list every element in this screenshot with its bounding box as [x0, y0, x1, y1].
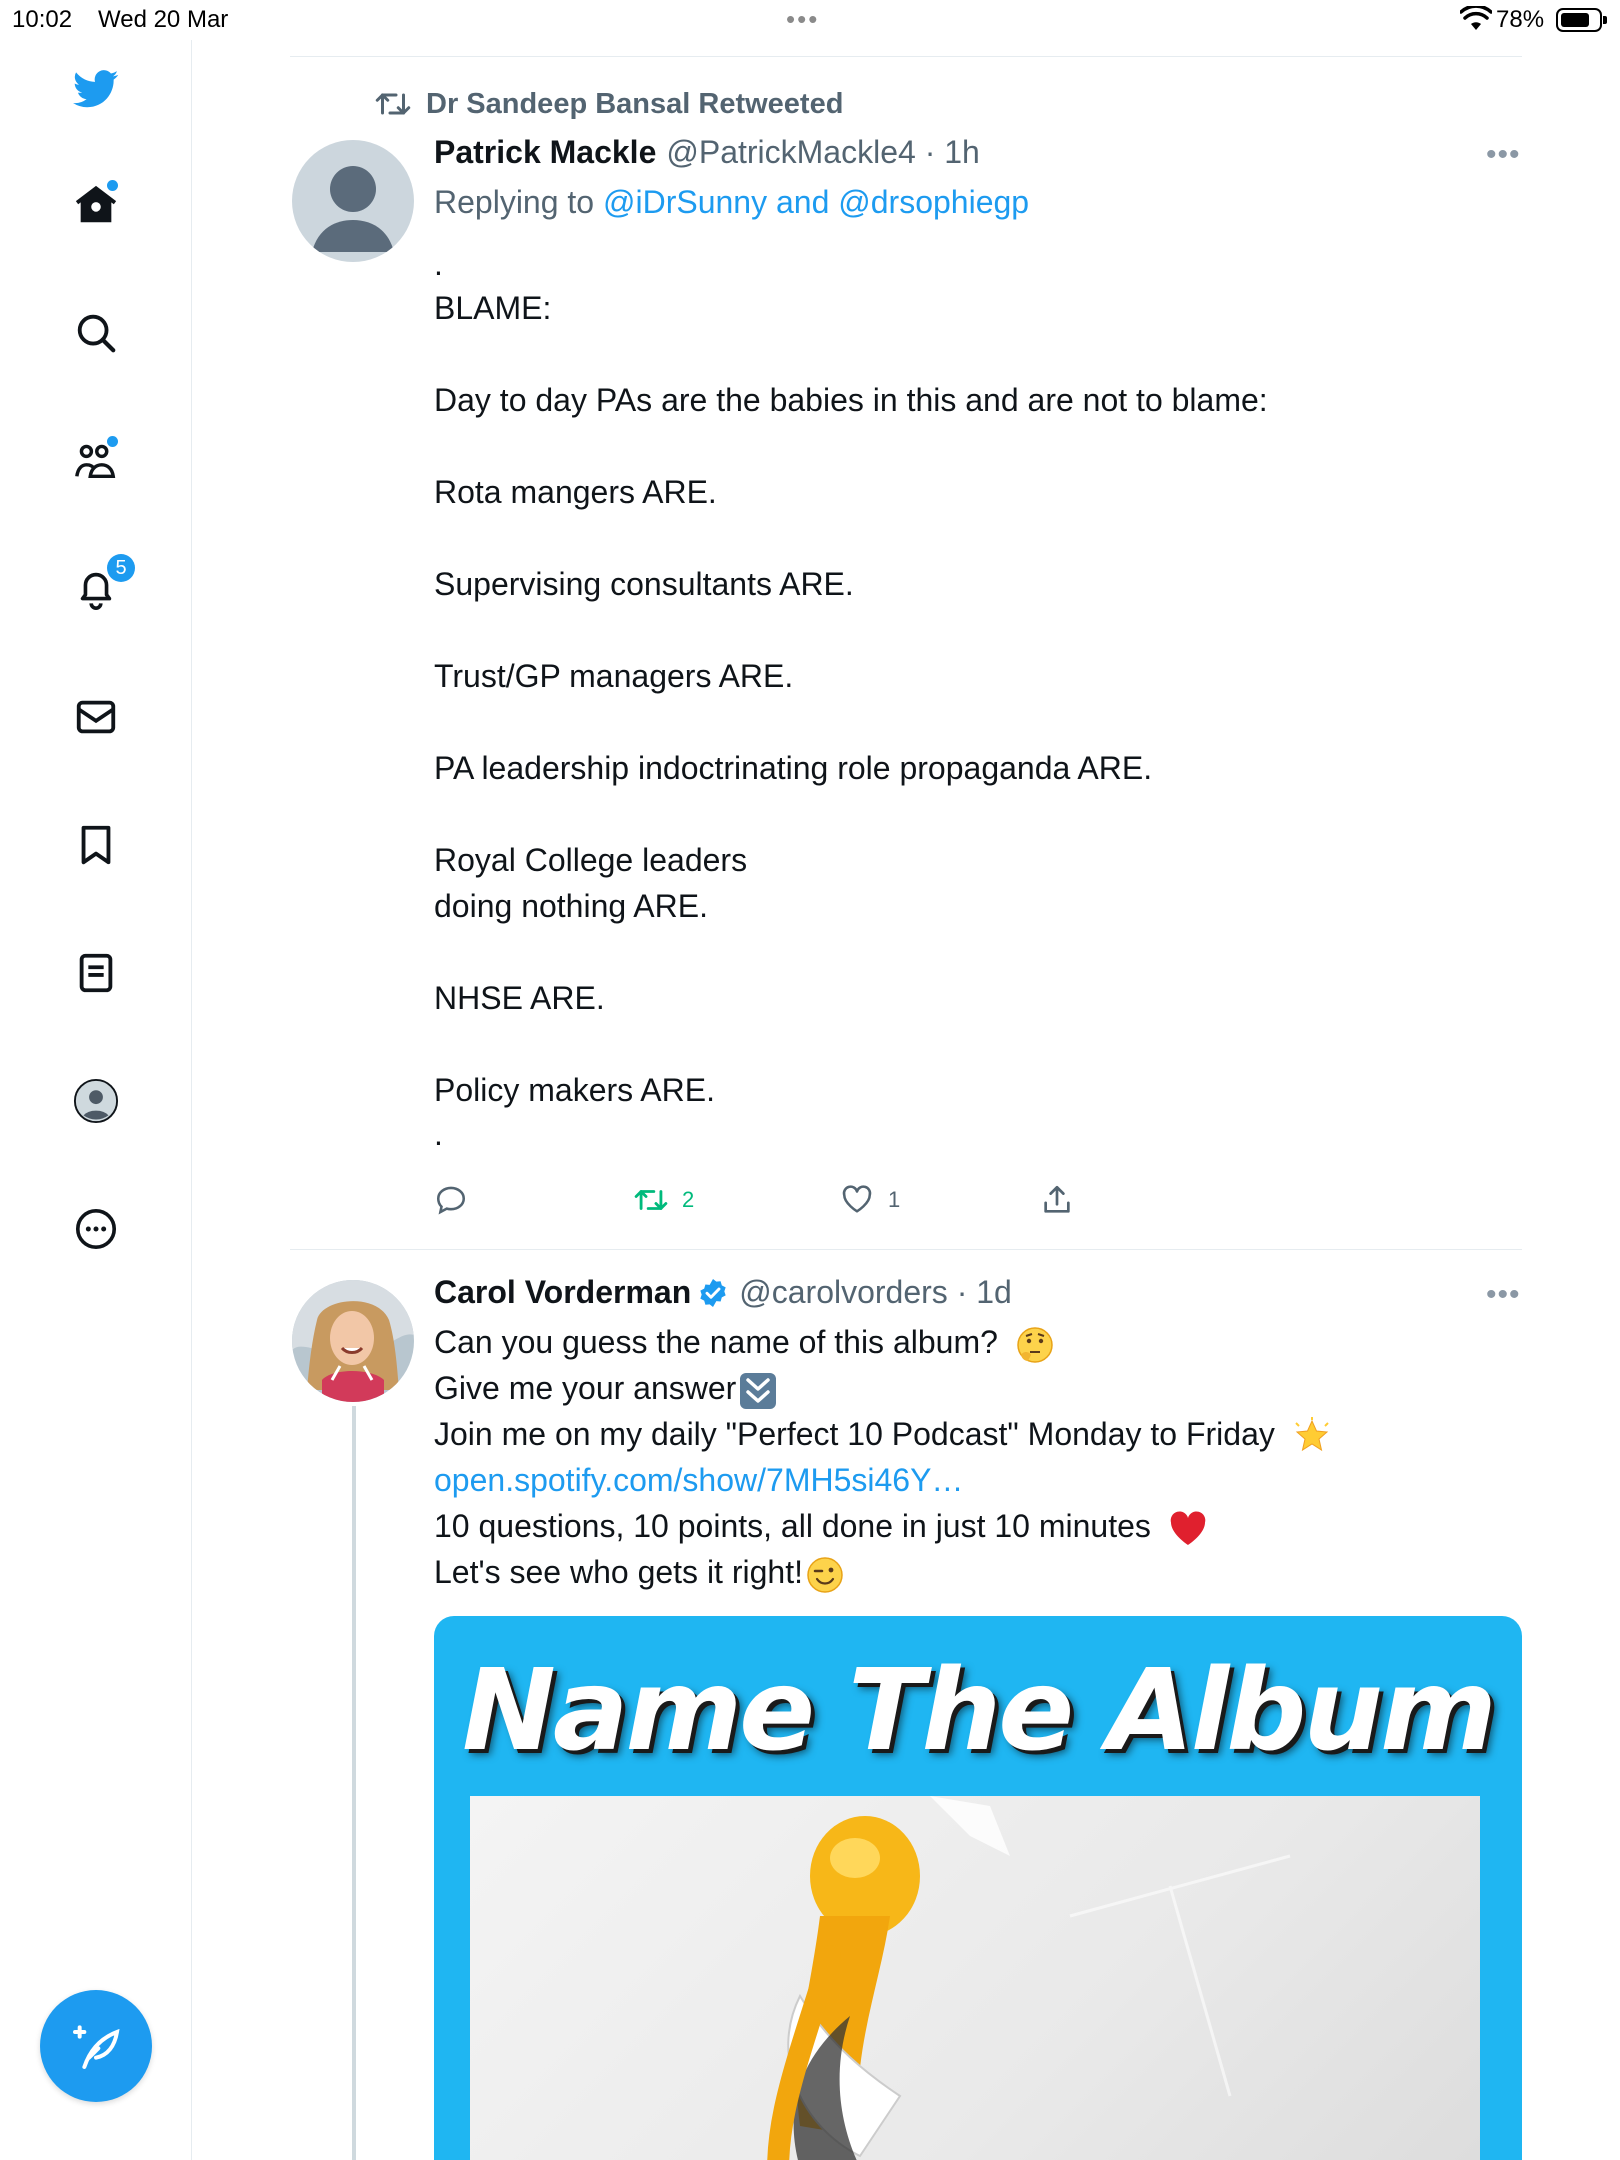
- reply-icon: [436, 1186, 466, 1215]
- carol-vorderman-avatar-photo: [292, 1280, 414, 1402]
- tweet-header: Carol Vorderman @carolvorders · 1d: [434, 1274, 1012, 1311]
- author-name[interactable]: Carol Vorderman: [434, 1274, 691, 1311]
- feed-top-divider: [290, 56, 1522, 57]
- like-button[interactable]: 1: [840, 1180, 900, 1220]
- thinking-face-emoji-icon: [1017, 1326, 1053, 1363]
- status-time: 10:02: [12, 6, 73, 33]
- tweet-text-line: Trust/GP managers ARE.: [434, 658, 794, 694]
- compose-tweet-button[interactable]: [40, 1990, 152, 2102]
- search-icon: [77, 314, 116, 353]
- tweet-text: Give me your answer: [434, 1370, 737, 1406]
- compose-feather-icon: [73, 2025, 120, 2069]
- down-arrows-emoji-icon: [740, 1372, 777, 1409]
- tweet-text: Let's see who gets it right!: [434, 1554, 803, 1590]
- tweet-text: Join me on my daily "Perfect 10 Podcast"…: [434, 1416, 1275, 1452]
- share-icon: [1044, 1185, 1070, 1213]
- tweet-text-line: BLAME:: [434, 290, 552, 326]
- list-icon: [79, 953, 113, 993]
- author-handle-time[interactable]: @carolvorders · 1d: [739, 1274, 1012, 1311]
- battery-level: [1561, 13, 1589, 27]
- tweet-text-line: NHSE ARE.: [434, 980, 605, 1016]
- retweet-button[interactable]: 2: [634, 1180, 694, 1220]
- tweet-text-line: Supervising consultants ARE.: [434, 566, 854, 602]
- mail-icon: [76, 700, 116, 734]
- sidebar-item-search[interactable]: [71, 308, 121, 358]
- replying-prefix: Replying to: [434, 184, 595, 220]
- tweet-text-line: PA leadership indoctrinating role propag…: [434, 750, 1153, 786]
- glowing-star-emoji-icon: [1295, 1416, 1329, 1451]
- red-heart-emoji-icon: [1170, 1511, 1206, 1545]
- bookmark-icon: [81, 825, 111, 865]
- sidebar-item-profile[interactable]: [71, 1076, 121, 1126]
- avatar[interactable]: [292, 140, 414, 262]
- tweet-text-line: Royal College leaders: [434, 842, 748, 878]
- verified-badge-icon: [700, 1278, 726, 1307]
- replying-to-link[interactable]: @iDrSunny and @drsophiegp: [603, 184, 1029, 220]
- sidebar-item-bookmarks[interactable]: [71, 820, 121, 870]
- sidebar-item-home[interactable]: [71, 180, 121, 230]
- twitter-bird-logo-icon[interactable]: [71, 64, 121, 114]
- tweet-more-options-icon[interactable]: •••: [1486, 1280, 1520, 1310]
- sidebar-item-messages[interactable]: [71, 692, 121, 742]
- cracked-egg-album-art: [767, 1796, 1291, 2160]
- profile-icon: [73, 1078, 119, 1124]
- wifi-icon: [1460, 6, 1492, 30]
- status-bar: 10:02 Wed 20 Mar ••• 78%: [0, 0, 1620, 40]
- notifications-count-badge: 5: [107, 554, 135, 582]
- tweet-header: Patrick Mackle @PatrickMackle4 · 1h: [434, 134, 980, 171]
- tweet-text-line: Can you guess the name of this album?: [434, 1324, 1055, 1365]
- tweet-text-line: Rota mangers ARE.: [434, 474, 717, 510]
- tweet-text-line: Join me on my daily "Perfect 10 Podcast"…: [434, 1416, 1332, 1457]
- retweet-icon: [634, 1190, 668, 1210]
- tweet-text-line: Let's see who gets it right!: [434, 1554, 845, 1595]
- author-name[interactable]: Patrick Mackle: [434, 134, 656, 171]
- tweet-divider: [290, 1249, 1522, 1250]
- battery-icon: [1556, 8, 1607, 32]
- communities-unread-dot: [107, 436, 118, 447]
- tweet-text: Can you guess the name of this album?: [434, 1324, 998, 1360]
- like-count: 1: [888, 1187, 901, 1212]
- tweet-text-line: Policy makers ARE.: [434, 1072, 715, 1108]
- tweet-text-line: doing nothing ARE.: [434, 888, 708, 924]
- more-circle-icon: [75, 1208, 117, 1250]
- tweet-text-line: 10 questions, 10 points, all done in jus…: [434, 1508, 1208, 1549]
- sidebar-item-more[interactable]: [71, 1204, 121, 1254]
- sidebar-item-notifications[interactable]: 5: [71, 554, 135, 614]
- album-cover-area: [470, 1796, 1480, 2160]
- tweet-media-image[interactable]: Name The Album: [434, 1616, 1522, 2160]
- heart-icon: [842, 1185, 872, 1213]
- home-unread-dot: [107, 180, 118, 191]
- spotify-link[interactable]: open.spotify.com/show/7MH5si46Y…: [434, 1462, 963, 1498]
- default-avatar-icon: [292, 140, 414, 262]
- sidebar-item-lists[interactable]: [71, 948, 121, 998]
- tweet-more-options-icon[interactable]: •••: [1486, 140, 1520, 170]
- multitasking-dots-icon[interactable]: •••: [786, 4, 819, 35]
- retweet-icon: [375, 93, 411, 115]
- tweet-text: 10 questions, 10 points, all done in jus…: [434, 1508, 1151, 1544]
- retweet-context: Dr Sandeep Bansal Retweeted: [374, 86, 843, 122]
- tweet-text-line: .: [434, 1116, 443, 1152]
- winking-face-emoji-icon: [807, 1556, 843, 1593]
- thread-connector-line: [352, 1406, 356, 2160]
- sidebar-item-communities[interactable]: [71, 436, 121, 486]
- avatar[interactable]: [292, 1280, 414, 1402]
- tweet-text-line: .: [434, 246, 443, 282]
- tweet-text-line: open.spotify.com/show/7MH5si46Y…: [434, 1462, 963, 1499]
- tweet-text-line: Give me your answer: [434, 1370, 778, 1411]
- status-date: Wed 20 Mar: [98, 6, 229, 33]
- battery-percent: 78%: [1496, 6, 1545, 33]
- share-button[interactable]: [1040, 1180, 1074, 1220]
- replying-to: Replying to @iDrSunny and @drsophiegp: [434, 184, 1029, 221]
- media-title-text: Name The Album: [462, 1646, 1497, 1776]
- retweet-count: 2: [682, 1187, 695, 1212]
- sidebar: 5: [0, 40, 192, 2160]
- retweet-context-label: Dr Sandeep Bansal Retweeted: [426, 87, 844, 120]
- reply-button[interactable]: [434, 1180, 468, 1220]
- tweet-text-line: Day to day PAs are the babies in this an…: [434, 382, 1268, 418]
- author-handle-time[interactable]: @PatrickMackle4 · 1h: [666, 134, 979, 171]
